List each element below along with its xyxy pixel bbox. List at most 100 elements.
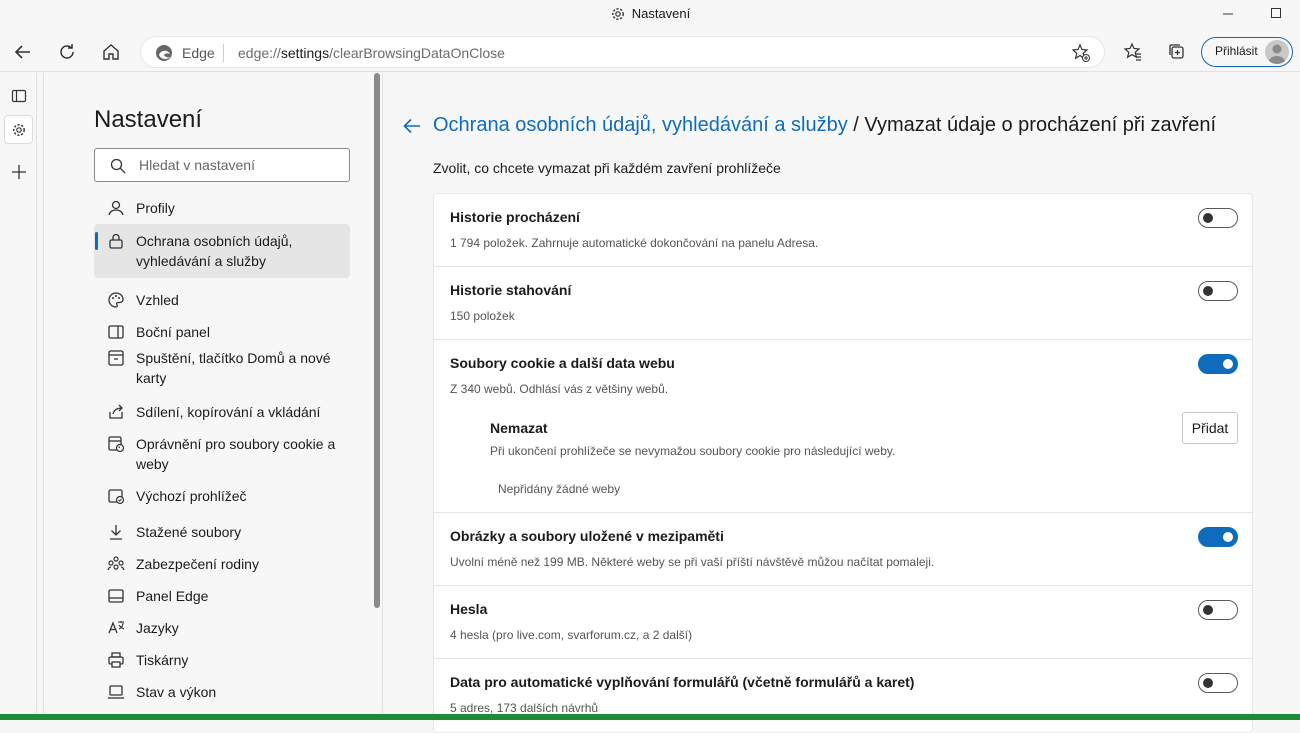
sidebar-item-label: Jazyky <box>136 620 179 636</box>
arrow-left-icon <box>14 45 30 59</box>
page-heading: Ochrana osobních údajů, vyhledávání a sl… <box>433 114 1216 137</box>
sidebar-item-label: Ochrana osobních údajů, vyhledávání a sl… <box>136 233 293 269</box>
sidebar-item-label: Profily <box>136 200 175 216</box>
breadcrumb-separator: / <box>847 114 865 136</box>
search-input[interactable] <box>139 157 339 173</box>
sidebar-item-3[interactable]: Vzhled <box>94 288 350 312</box>
favorites-button[interactable] <box>1118 37 1148 67</box>
sidebar-item-10[interactable]: Zabezpečení rodiny <box>94 552 350 576</box>
sidebar-item-4[interactable]: Boční panel <box>94 320 350 344</box>
cookie-permissions-icon <box>108 436 125 453</box>
avatar <box>1265 40 1289 64</box>
gear-icon <box>611 7 624 20</box>
sidebar-icon <box>108 325 124 339</box>
browser-icon <box>108 489 125 505</box>
setting-name: Data pro automatické vyplňování formulář… <box>450 674 915 690</box>
new-tab-button[interactable] <box>4 157 33 186</box>
sidebar-item-label: Panel Edge <box>136 588 209 604</box>
toggle-autofill[interactable] <box>1198 673 1238 693</box>
window-title: Nastavení <box>0 5 1300 22</box>
setting-name: Historie stahování <box>450 282 572 298</box>
exceptions-empty-text: Nepřidány žádné weby <box>498 482 621 496</box>
language-icon <box>108 621 125 634</box>
sidebar-item-5[interactable]: Spuštění, tlačítko Domů a nové karty <box>94 346 350 390</box>
url-path: /clearBrowsingDataOnClose <box>329 45 505 61</box>
tab-actions-button[interactable] <box>4 81 33 110</box>
setting-name: Historie procházení <box>450 209 580 225</box>
refresh-icon <box>60 44 74 59</box>
url-prefix: edge:// <box>238 45 281 61</box>
toggle-passwords[interactable] <box>1198 600 1238 620</box>
add-favorite-icon[interactable] <box>1071 43 1091 63</box>
laptop-icon <box>108 685 124 699</box>
sidebar-item-label: Zabezpečení rodiny <box>136 556 259 572</box>
setting-row-history: Historie procházení 1 794 položek. Zahrn… <box>434 194 1252 267</box>
sidebar-item-label: Spuštění, tlačítko Domů a nové karty <box>136 350 331 386</box>
setting-row-passwords: Hesla 4 hesla (pro live.com, svarforum.c… <box>434 586 1252 659</box>
toggle-cache[interactable] <box>1198 527 1238 547</box>
setting-desc: Z 340 webů. Odhlásí vás z většiny webů. <box>450 382 669 396</box>
setting-row-cache: Obrázky a soubory uložené v mezipaměti U… <box>434 513 1252 586</box>
tab-actions-icon <box>11 89 26 102</box>
refresh-button[interactable] <box>52 37 82 67</box>
setting-name: Obrázky a soubory uložené v mezipaměti <box>450 528 724 544</box>
minimize-button[interactable] <box>1205 0 1251 30</box>
sidebar-item-8[interactable]: Výchozí prohlížeč <box>94 484 350 508</box>
home-icon <box>103 44 119 60</box>
printer-icon <box>108 652 124 668</box>
tab-settings[interactable] <box>4 115 33 144</box>
setting-name: Hesla <box>450 601 488 617</box>
toggle-downloads[interactable] <box>1198 281 1238 301</box>
sidebar-item-1[interactable]: Profily <box>94 196 350 220</box>
main-content: Ochrana osobních údajů, vyhledávání a sl… <box>384 73 1300 733</box>
user-avatar-icon <box>1268 44 1286 64</box>
edge-brand-label: Edge <box>182 45 215 61</box>
sidebar-item-11[interactable]: Panel Edge <box>94 584 350 608</box>
sidebar-item-13[interactable]: Tiskárny <box>94 648 350 672</box>
sidebar-item-label: Oprávnění pro soubory cookie a weby <box>136 436 336 472</box>
maximize-button[interactable] <box>1252 0 1298 30</box>
favorites-star-icon <box>1123 42 1141 61</box>
lock-icon <box>109 233 123 249</box>
page-subtitle: Zvolit, co chcete vymazat při každém zav… <box>433 160 781 176</box>
scroll-thumb[interactable] <box>374 73 380 608</box>
settings-card: Historie procházení 1 794 položek. Zahrn… <box>433 193 1253 733</box>
search-icon <box>110 158 126 174</box>
exceptions-title: Nemazat <box>490 420 548 436</box>
add-site-button[interactable]: Přidat <box>1182 412 1238 444</box>
sidebar-item-6[interactable]: Sdílení, kopírování a vkládání <box>94 400 350 424</box>
title-bar: Nastavení <box>0 0 1300 30</box>
sidebar-item-7[interactable]: Oprávnění pro soubory cookie a weby <box>94 432 350 476</box>
toggle-cookies[interactable] <box>1198 354 1238 374</box>
panel-icon <box>108 589 124 603</box>
sidebar-item-label: Vzhled <box>136 292 179 308</box>
family-icon <box>107 556 125 571</box>
sidebar-item-2[interactable]: Ochrana osobních údajů, vyhledávání a sl… <box>94 224 350 278</box>
setting-row-autofill: Data pro automatické vyplňování formulář… <box>434 659 1252 732</box>
address-bar[interactable]: Edge edge://settings/clearBrowsingDataOn… <box>140 36 1105 68</box>
home-button[interactable] <box>96 37 126 67</box>
setting-name: Soubory cookie a další data webu <box>450 355 675 371</box>
settings-search[interactable] <box>94 148 350 182</box>
taskbar-strip <box>0 714 1300 720</box>
back-button[interactable] <box>8 37 38 67</box>
sidebar-scrollbar[interactable] <box>372 73 382 720</box>
share-icon <box>109 404 123 419</box>
collections-button[interactable] <box>1162 37 1192 67</box>
url-host: settings <box>280 45 330 61</box>
window-title-text: Nastavení <box>631 6 691 22</box>
page-title: Vymazat údaje o procházení při zavření <box>864 114 1217 136</box>
toggle-history[interactable] <box>1198 208 1238 228</box>
breadcrumb-link[interactable]: Ochrana osobních údajů, vyhledávání a sl… <box>433 114 848 136</box>
plus-icon <box>11 164 26 179</box>
url-text[interactable]: edge://settings/clearBrowsingDataOnClose <box>238 45 505 61</box>
sidebar-item-9[interactable]: Stažené soubory <box>94 520 350 544</box>
back-arrow-icon[interactable] <box>402 116 422 136</box>
sidebar-item-14[interactable]: Stav a výkon <box>94 680 350 704</box>
sidebar-item-label: Stav a výkon <box>136 684 217 700</box>
maximize-icon <box>1271 8 1281 18</box>
sidebar-item-12[interactable]: Jazyky <box>94 616 350 640</box>
sign-in-button[interactable]: Přihlásit <box>1201 37 1293 67</box>
setting-desc: 150 položek <box>450 309 515 323</box>
setting-row-downloads: Historie stahování 150 položek <box>434 267 1252 340</box>
